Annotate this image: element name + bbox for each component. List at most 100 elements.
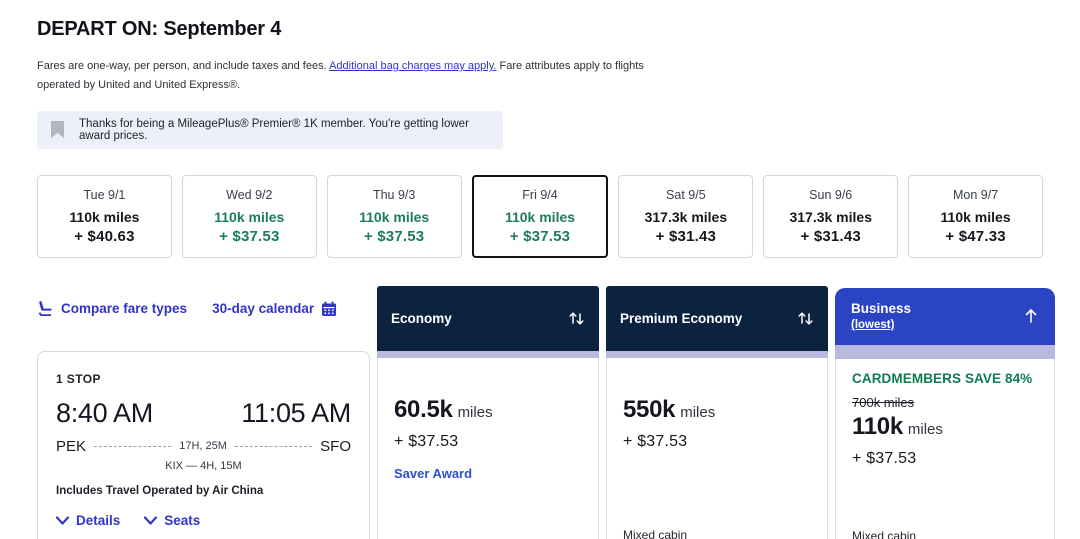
flight-column: Compare fare types 30-day calendar 1 STO…: [37, 286, 370, 539]
route-dash-line: [234, 445, 313, 447]
premium-economy-fare-cell[interactable]: 550k miles + $37.53 Mixed cabin: [606, 357, 828, 539]
date-card-price: + $40.63: [74, 227, 135, 245]
original-miles-strikethrough: 700k miles: [852, 394, 915, 410]
date-card-sat-9-5[interactable]: Sat 9/5 317.3k miles + $31.43: [618, 174, 754, 258]
economy-price: + $37.53: [394, 432, 459, 450]
economy-miles-value: 60.5k: [394, 395, 453, 423]
date-card-price: + $31.43: [800, 227, 861, 245]
compare-fare-types-label: Compare fare types: [61, 301, 188, 316]
flight-duration: 17H, 25M: [179, 440, 227, 452]
details-toggle[interactable]: Details: [56, 513, 120, 528]
sort-icon[interactable]: [568, 310, 585, 327]
cardmember-promo: CARDMEMBERS SAVE 84%: [852, 370, 1033, 386]
date-card-day: Fri 9/4: [522, 187, 558, 202]
date-card-day: Tue 9/1: [83, 187, 126, 202]
business-miles-value: 110k: [852, 412, 903, 440]
premium-economy-header-label: Premium Economy: [620, 310, 743, 326]
date-card-price: + $47.33: [945, 227, 1006, 245]
date-card-tue-9-1[interactable]: Tue 9/1 110k miles + $40.63: [37, 174, 172, 258]
fare-tools-row: Compare fare types 30-day calendar: [37, 300, 370, 317]
arrive-time: 11:05 AM: [241, 397, 351, 428]
sort-icon[interactable]: [797, 310, 814, 327]
date-strip: Tue 9/1 110k miles + $40.63 Wed 9/2 110k…: [37, 174, 1044, 258]
date-card-day: Sun 9/6: [809, 187, 853, 202]
thirty-day-calendar-link[interactable]: 30-day calendar: [212, 301, 337, 317]
compare-fare-types-link[interactable]: Compare fare types: [37, 300, 188, 317]
chevron-down-icon: [56, 515, 69, 525]
date-card-miles: 110k miles: [214, 208, 285, 225]
date-card-wed-9-2[interactable]: Wed 9/2 110k miles + $37.53: [181, 174, 317, 258]
business-column-header[interactable]: Business (lowest): [835, 287, 1055, 345]
bookmark-icon: [51, 121, 64, 138]
date-card-fri-9-4-selected[interactable]: Fri 9/4 110k miles + $37.53: [471, 174, 609, 258]
seats-label: Seats: [164, 512, 201, 528]
premium-economy-miles-value: 550k: [623, 395, 676, 423]
results-grid: Compare fare types 30-day calendar 1 STO…: [37, 285, 1055, 539]
date-card-miles: 110k miles: [504, 208, 576, 225]
mixed-cabin-note: Mixed cabin: [852, 528, 917, 539]
date-card-sun-9-6[interactable]: Sun 9/6 317.3k miles + $31.43: [763, 174, 899, 258]
seats-toggle[interactable]: Seats: [144, 513, 200, 528]
mixed-cabin-note: Mixed cabin: [623, 527, 688, 539]
premium-economy-column-header[interactable]: Premium Economy: [606, 285, 828, 351]
economy-miles-unit: miles: [457, 403, 493, 421]
business-miles: 110k miles: [852, 413, 1038, 441]
arrow-up-icon[interactable]: [1023, 307, 1039, 325]
date-card-mon-9-7[interactable]: Mon 9/7 110k miles + $47.33: [908, 174, 1044, 258]
date-card-thu-9-3[interactable]: Thu 9/3 110k miles + $37.53: [326, 174, 462, 258]
date-card-day: Wed 9/2: [226, 187, 273, 202]
route-dash-line: [94, 445, 172, 447]
fare-disclaimer: Fares are one-way, per person, and inclu…: [37, 57, 687, 96]
date-card-price: + $37.53: [363, 227, 425, 245]
economy-header-label: Economy: [391, 310, 452, 326]
premium-economy-column: Premium Economy 550k miles + $37.53 Mixe…: [606, 285, 828, 539]
date-card-miles: 317.3k miles: [789, 208, 872, 225]
flight-times: 8:40 AM 11:05 AM: [56, 398, 351, 429]
economy-column: Economy 60.5k miles + $37.53 Saver Award: [377, 285, 599, 539]
flight-result-card: 1 STOP 8:40 AM 11:05 AM PEK 17H, 25M SFO…: [37, 350, 370, 539]
date-card-miles: 317.3k miles: [644, 208, 728, 225]
premium-economy-miles: 550k miles: [623, 396, 811, 424]
member-banner-text: Thanks for being a MileagePlus® Premier®…: [79, 117, 469, 142]
disclaimer-text-pre: Fares are one-way, per person, and inclu…: [37, 60, 330, 72]
date-card-day: Thu 9/3: [372, 187, 416, 202]
saver-award-link[interactable]: Saver Award: [394, 466, 582, 481]
member-banner: Thanks for being a MileagePlus® Premier®…: [37, 110, 503, 149]
business-lowest-link[interactable]: (lowest): [851, 319, 911, 331]
business-fare-cell[interactable]: CARDMEMBERS SAVE 84% 700k miles 110k mil…: [835, 358, 1055, 539]
date-card-day: Sat 9/5: [666, 187, 706, 202]
destination-code: SFO: [320, 437, 351, 455]
economy-fare-cell[interactable]: 60.5k miles + $37.53 Saver Award: [377, 357, 599, 539]
flight-links-row: Details Seats: [56, 513, 351, 528]
business-header-label: Business: [851, 301, 912, 316]
calendar-icon: [321, 301, 337, 317]
business-accent-strip: [835, 344, 1055, 359]
calendar-link-label: 30-day calendar: [212, 301, 315, 316]
premium-economy-accent-strip: [606, 350, 828, 358]
date-card-price: + $37.53: [509, 227, 571, 245]
flight-route: PEK 17H, 25M SFO: [56, 438, 351, 455]
details-label: Details: [76, 512, 121, 528]
premium-economy-miles-unit: miles: [680, 403, 716, 421]
operated-by-note: Includes Travel Operated by Air China: [56, 484, 264, 497]
business-price: + $37.53: [852, 449, 917, 467]
business-header-labels: Business (lowest): [851, 301, 911, 331]
date-card-miles: 110k miles: [69, 208, 140, 225]
premium-economy-price: + $37.53: [623, 432, 688, 450]
date-card-price: + $37.53: [219, 227, 280, 245]
date-card-price: + $31.43: [655, 227, 717, 245]
economy-accent-strip: [377, 350, 599, 358]
date-card-day: Mon 9/7: [953, 187, 999, 202]
date-card-miles: 110k miles: [359, 208, 430, 225]
bag-charges-link[interactable]: Additional bag charges may apply.: [329, 60, 496, 72]
economy-column-header[interactable]: Economy: [377, 285, 599, 351]
date-card-miles: 110k miles: [940, 208, 1011, 225]
page-title: DEPART ON: September 4: [37, 18, 282, 40]
depart-time: 8:40 AM: [56, 397, 153, 428]
origin-code: PEK: [56, 437, 87, 455]
stops-label: 1 STOP: [56, 371, 101, 386]
business-column: Business (lowest) CARDMEMBERS SAVE 84% 7…: [835, 286, 1055, 539]
connection-info: KIX — 4H, 15M: [165, 459, 242, 472]
chevron-down-icon: [144, 515, 158, 525]
award-search-results-page: DEPART ON: September 4 Fares are one-way…: [0, 0, 1080, 539]
